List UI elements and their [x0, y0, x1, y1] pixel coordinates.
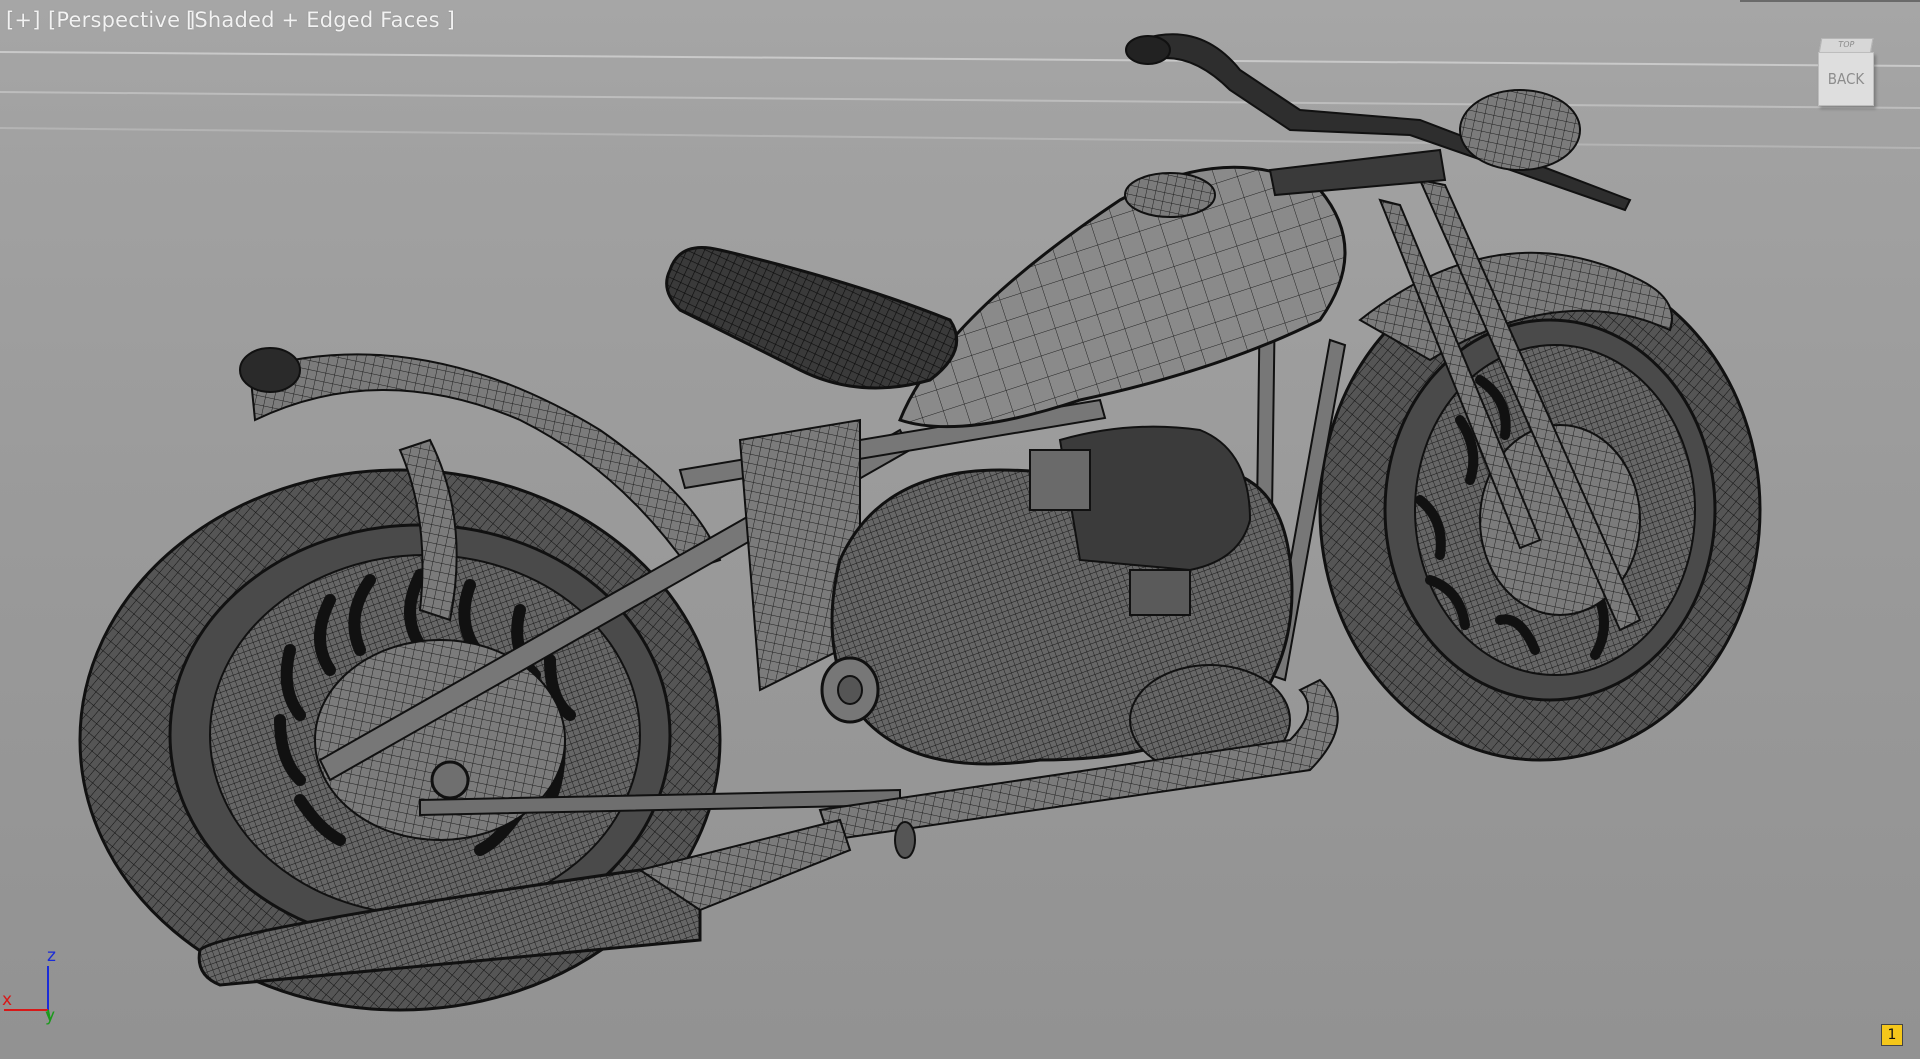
viewcube-back-face[interactable]: BACK — [1818, 52, 1874, 106]
engine[interactable] — [820, 425, 1294, 776]
axis-tripod: z x y — [0, 946, 70, 1026]
3d-viewport[interactable]: [+] [Perspective ] [Shaded + Edged Faces… — [0, 0, 1920, 1059]
axis-z-label: z — [47, 946, 56, 966]
viewport-number-badge[interactable]: 1 — [1881, 1024, 1903, 1046]
motorcycle-model[interactable] — [0, 0, 1920, 1059]
axis-y-label: y — [45, 1006, 56, 1026]
shading-mode-label[interactable]: [Shaded + Edged Faces ] — [186, 8, 455, 32]
fuel-tank[interactable] — [898, 165, 1347, 429]
viewcube[interactable]: TOP BACK — [1814, 38, 1876, 110]
seat[interactable] — [665, 246, 959, 390]
viewport-menu-button[interactable]: [+] — [6, 8, 41, 32]
axis-tripod-lines — [4, 966, 51, 1021]
view-mode-label[interactable]: [Perspective ] — [48, 8, 195, 32]
axis-x-label: x — [2, 990, 13, 1010]
